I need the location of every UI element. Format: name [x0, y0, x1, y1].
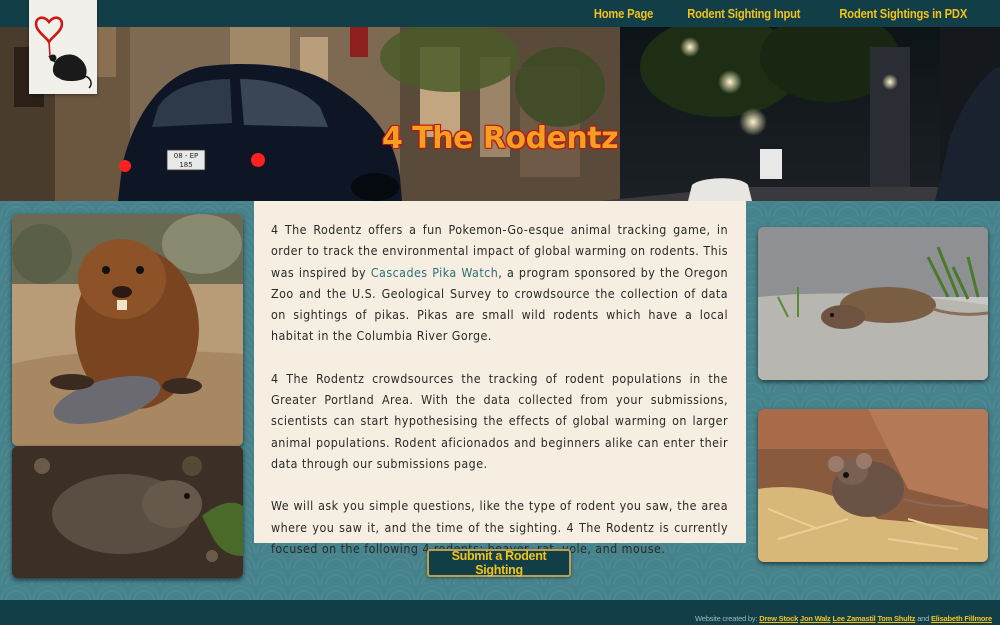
rat-image: [758, 227, 988, 380]
street-night-image: 08 - EP 185: [0, 27, 1000, 201]
vole-image: [12, 446, 243, 578]
about-paragraph-1: 4 The Rodentz offers a fun Pokemon-Go-es…: [271, 219, 728, 347]
main-content-area: 4 The Rodentz offers a fun Pokemon-Go-es…: [0, 201, 1000, 600]
credits-and: and: [917, 614, 930, 623]
author-link[interactable]: Jon Walz: [800, 614, 831, 623]
beaver-image: [12, 214, 243, 446]
author-link[interactable]: Tom Shultz: [877, 614, 915, 623]
site-title: 4 The Rodentz: [381, 121, 619, 156]
plate-text-2: 185: [179, 161, 192, 169]
author-link[interactable]: Drew Stock: [759, 614, 798, 623]
about-panel: 4 The Rodentz offers a fun Pokemon-Go-es…: [254, 201, 746, 556]
credits-prefix: Website created by:: [694, 614, 758, 623]
hero-banner: 08 - EP 185 4 The Rodentz: [0, 27, 1000, 201]
about-paragraph-2: 4 The Rodentz crowdsources the tracking …: [271, 370, 728, 471]
beaver-photo: [12, 214, 243, 446]
main-nav: Home Page Rodent Sighting Input Rodent S…: [589, 0, 978, 27]
nav-link-sighting-input[interactable]: Rodent Sighting Input: [687, 6, 800, 21]
footer: Website created by: Drew Stock Jon Walz …: [0, 600, 1000, 625]
rat-photo: [758, 227, 988, 380]
vole-photo: [12, 446, 243, 578]
site-logo[interactable]: [29, 0, 97, 94]
author-link[interactable]: Elisabeth Fillmore: [931, 614, 992, 623]
nav-link-sightings-pdx[interactable]: Rodent Sightings in PDX: [840, 6, 968, 21]
mouse-image: [758, 409, 988, 562]
cascades-pika-watch-link[interactable]: Cascades Pika Watch: [371, 265, 498, 280]
heart-balloon-rat-icon: [34, 16, 92, 89]
top-navbar: Home Page Rodent Sighting Input Rodent S…: [0, 0, 1000, 27]
author-link[interactable]: Lee Zamastil: [833, 614, 876, 623]
nav-link-home[interactable]: Home Page: [594, 6, 654, 21]
mouse-photo: [758, 409, 988, 562]
submit-sighting-button[interactable]: Submit a Rodent Sighting: [427, 549, 571, 577]
footer-credits: Website created by: Drew Stock Jon Walz …: [695, 614, 992, 623]
